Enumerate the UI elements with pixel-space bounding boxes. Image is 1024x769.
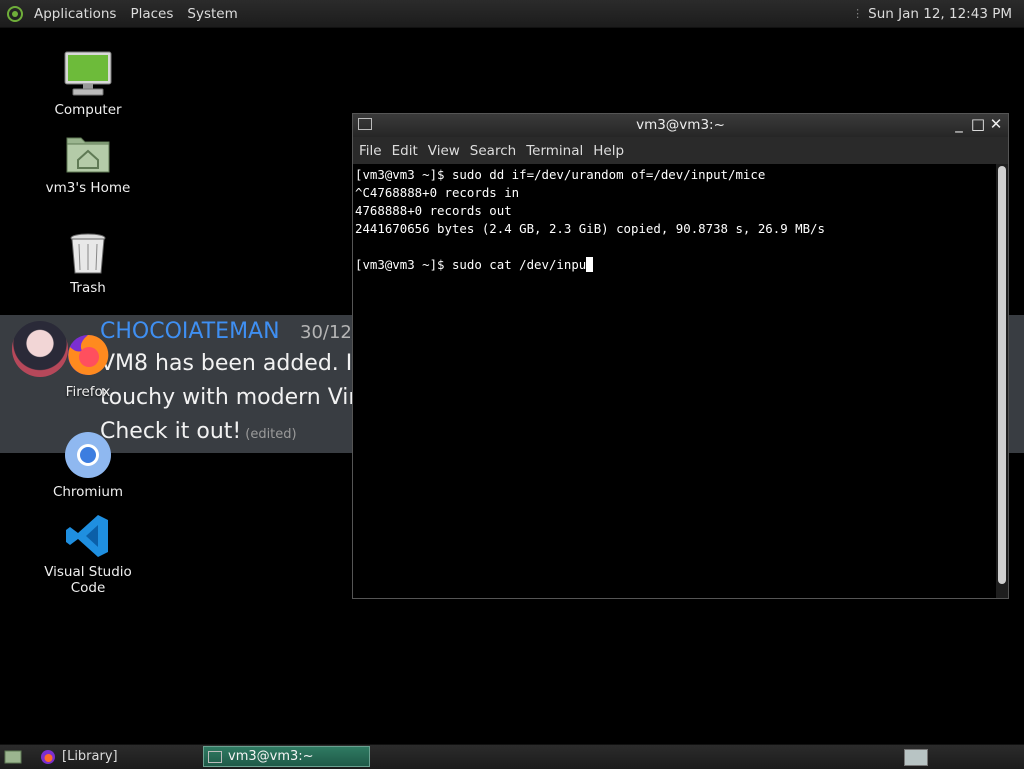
scrollbar[interactable] — [996, 164, 1008, 598]
desktop-icon-firefox[interactable]: Firefox — [33, 330, 143, 400]
desktop-icon-computer[interactable]: Computer — [33, 48, 143, 118]
close-icon[interactable]: ✕ — [987, 115, 1005, 135]
clock[interactable]: Sun Jan 12, 12:43 PM — [868, 6, 1012, 22]
taskbar-item-terminal[interactable]: vm3@vm3:~ — [203, 746, 370, 767]
system-menu[interactable]: System — [183, 6, 241, 22]
menu-help[interactable]: Help — [589, 143, 628, 159]
terminal-line: ^C4768888+0 records in — [355, 185, 520, 200]
terminal-line: 4768888+0 records out — [355, 203, 512, 218]
firefox-icon — [41, 749, 55, 764]
menu-view[interactable]: View — [424, 143, 464, 159]
maximize-icon[interactable]: □ — [969, 115, 987, 135]
terminal-output[interactable]: [vm3@vm3 ~]$ sudo dd if=/dev/urandom of=… — [353, 164, 996, 598]
firefox-icon — [68, 334, 109, 375]
message-date: 30/12/ — [300, 322, 358, 343]
show-desktop-icon[interactable] — [4, 749, 22, 765]
desktop-icon-label: vm3's Home — [45, 180, 131, 196]
terminal-line: ​ — [355, 238, 994, 256]
edited-tag: (edited) — [245, 427, 297, 442]
workspace-switcher[interactable] — [904, 749, 928, 766]
desktop-icon-label: Firefox — [65, 384, 111, 400]
vscode-icon — [66, 515, 108, 557]
desktop-icon-chromium[interactable]: Chromium — [33, 430, 143, 500]
applications-menu[interactable]: Applications — [30, 6, 120, 22]
top-panel: Applications Places System ⋮ Sun Jan 12,… — [0, 0, 1024, 28]
terminal-icon — [208, 750, 222, 763]
scrollbar-thumb[interactable] — [998, 166, 1006, 584]
desktop-icon-label: Trash — [70, 280, 106, 296]
window-titlebar[interactable]: vm3@vm3:~ _ □ ✕ — [353, 114, 1008, 137]
panel-handle-icon: ⋮ — [852, 7, 863, 20]
desktop-icon-trash[interactable]: Trash — [33, 230, 143, 296]
bottom-panel: [Library] vm3@vm3:~ — [0, 744, 1024, 769]
window-title: vm3@vm3:~ — [636, 117, 725, 133]
places-menu[interactable]: Places — [126, 6, 177, 22]
taskbar-item-label: vm3@vm3:~ — [228, 749, 314, 764]
desktop-icon-label: Computer — [54, 102, 122, 118]
terminal-line: 2441670656 bytes (2.4 GB, 2.3 GiB) copie… — [355, 221, 825, 236]
terminal-line: [vm3@vm3 ~]$ sudo dd if=/dev/urandom of=… — [355, 167, 766, 182]
distro-logo-icon[interactable] — [6, 5, 24, 23]
text-cursor — [586, 257, 594, 272]
taskbar-item-library[interactable]: [Library] — [40, 746, 198, 767]
terminal-window[interactable]: vm3@vm3:~ _ □ ✕ File Edit View Search Te… — [352, 113, 1009, 599]
chromium-icon — [65, 432, 111, 478]
menu-file[interactable]: File — [355, 143, 386, 159]
desktop-icon-vscode[interactable]: Visual Studio Code — [33, 512, 143, 596]
trash-icon — [70, 233, 106, 274]
computer-icon — [64, 51, 112, 96]
terminal-menubar: File Edit View Search Terminal Help — [353, 137, 1008, 164]
home-folder-icon — [66, 137, 110, 173]
terminal-line: [vm3@vm3 ~]$ sudo cat /dev/inpu — [355, 257, 587, 272]
minimize-icon[interactable]: _ — [950, 115, 968, 135]
desktop-icon-label: Chromium — [52, 484, 124, 500]
desktop-icon-home[interactable]: vm3's Home — [33, 130, 143, 196]
taskbar-item-label: [Library] — [62, 749, 118, 764]
menu-terminal[interactable]: Terminal — [522, 143, 587, 159]
terminal-prompt-line[interactable]: [vm3@vm3 ~]$ sudo cat /dev/inpu — [355, 256, 994, 274]
menu-edit[interactable]: Edit — [388, 143, 422, 159]
menu-search[interactable]: Search — [466, 143, 520, 159]
desktop-icon-label: Visual Studio Code — [44, 564, 132, 596]
